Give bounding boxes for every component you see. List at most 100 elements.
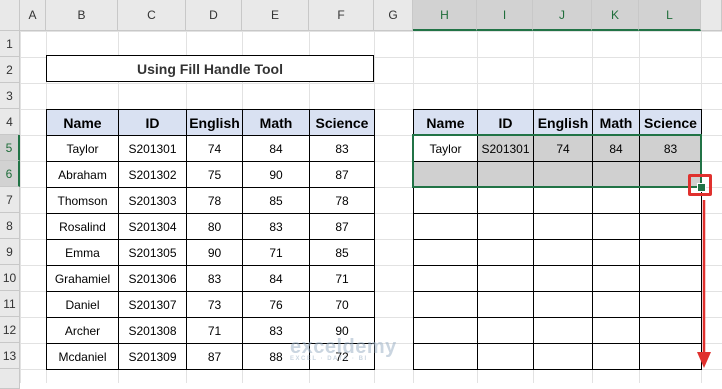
right-table-empty-cell[interactable] — [592, 213, 640, 240]
row-header-2[interactable]: 2 — [0, 57, 20, 83]
row-header-13[interactable]: 13 — [0, 343, 20, 369]
left-table-cell[interactable]: Abraham — [46, 161, 119, 188]
right-table-empty-cell[interactable] — [477, 317, 534, 344]
right-table-empty-cell[interactable] — [639, 317, 702, 344]
right-table-empty-cell[interactable] — [533, 291, 593, 318]
left-table-cell[interactable]: Mcdaniel — [46, 343, 119, 370]
column-header-d[interactable]: D — [186, 0, 242, 31]
right-table-empty-cell[interactable] — [592, 187, 640, 214]
right-table-empty-cell[interactable] — [413, 265, 478, 292]
right-table-empty-cell[interactable] — [533, 265, 593, 292]
left-table-cell[interactable]: Rosalind — [46, 213, 119, 240]
row-header-1[interactable]: 1 — [0, 31, 20, 57]
left-table-cell[interactable]: Archer — [46, 317, 119, 344]
row-header-11[interactable]: 11 — [0, 291, 20, 317]
right-table-empty-cell[interactable] — [413, 291, 478, 318]
right-table-empty-cell[interactable] — [413, 239, 478, 266]
left-table-cell[interactable]: 83 — [186, 265, 243, 292]
left-table-cell[interactable]: Daniel — [46, 291, 119, 318]
right-table-empty-cell[interactable] — [477, 187, 534, 214]
right-table-empty-cell[interactable] — [413, 187, 478, 214]
left-table-cell[interactable]: S201309 — [118, 343, 187, 370]
right-table-empty-cell[interactable] — [639, 213, 702, 240]
left-table-cell[interactable]: S201301 — [118, 135, 187, 162]
column-header-i[interactable]: I — [477, 0, 533, 31]
right-table-empty-cell[interactable] — [592, 291, 640, 318]
left-table-cell[interactable]: 78 — [309, 187, 375, 214]
left-table-cell[interactable]: 87 — [309, 161, 375, 188]
left-table-cell[interactable]: 74 — [186, 135, 243, 162]
left-table-cell[interactable]: 71 — [242, 239, 310, 266]
right-table-empty-cell[interactable] — [477, 213, 534, 240]
left-table-cell[interactable]: 76 — [242, 291, 310, 318]
right-table-empty-cell[interactable] — [592, 343, 640, 370]
left-table-cell[interactable]: S201306 — [118, 265, 187, 292]
row-header-5[interactable]: 5 — [0, 135, 20, 161]
column-header-l[interactable]: L — [639, 0, 701, 31]
right-table-empty-cell[interactable] — [639, 291, 702, 318]
left-table-cell[interactable]: 84 — [242, 135, 310, 162]
right-table-empty-cell[interactable] — [639, 239, 702, 266]
left-table-cell[interactable]: 75 — [186, 161, 243, 188]
left-table-cell[interactable]: S201305 — [118, 239, 187, 266]
right-table-empty-cell[interactable] — [533, 239, 593, 266]
left-table-cell[interactable]: 87 — [309, 213, 375, 240]
left-table-cell[interactable]: 90 — [242, 161, 310, 188]
right-table-empty-cell[interactable] — [413, 343, 478, 370]
right-table-empty-cell[interactable] — [592, 317, 640, 344]
row-header-3[interactable]: 3 — [0, 83, 20, 109]
left-table-cell[interactable]: Emma — [46, 239, 119, 266]
select-all-corner[interactable] — [0, 0, 20, 31]
column-header-k[interactable]: K — [592, 0, 639, 31]
right-table-empty-cell[interactable] — [533, 187, 593, 214]
right-table-empty-cell[interactable] — [639, 343, 702, 370]
left-table-cell[interactable]: 87 — [186, 343, 243, 370]
row-header-7[interactable]: 7 — [0, 187, 20, 213]
left-table-cell[interactable]: 80 — [186, 213, 243, 240]
right-table-empty-cell[interactable] — [592, 265, 640, 292]
column-header-b[interactable]: B — [46, 0, 118, 31]
left-table-cell[interactable]: Taylor — [46, 135, 119, 162]
right-table-empty-cell[interactable] — [413, 213, 478, 240]
column-header-c[interactable]: C — [118, 0, 186, 31]
row-header-4[interactable]: 4 — [0, 109, 20, 135]
left-table-cell[interactable]: 83 — [309, 135, 375, 162]
left-table-cell[interactable]: 85 — [242, 187, 310, 214]
left-table-cell[interactable]: 85 — [309, 239, 375, 266]
left-table-cell[interactable]: 83 — [242, 213, 310, 240]
row-header-9[interactable]: 9 — [0, 239, 20, 265]
right-table-empty-cell[interactable] — [477, 265, 534, 292]
column-header-g[interactable]: G — [374, 0, 413, 31]
row-header-8[interactable]: 8 — [0, 213, 20, 239]
column-header-a[interactable]: A — [20, 0, 46, 31]
right-table-empty-cell[interactable] — [533, 343, 593, 370]
left-table-cell[interactable]: 70 — [309, 291, 375, 318]
column-header-f[interactable]: F — [309, 0, 374, 31]
row-header-10[interactable]: 10 — [0, 265, 20, 291]
selection-range[interactable] — [412, 134, 702, 188]
left-table-cell[interactable]: 71 — [186, 317, 243, 344]
left-table-cell[interactable]: S201307 — [118, 291, 187, 318]
left-table-cell[interactable]: S201303 — [118, 187, 187, 214]
left-table-cell[interactable]: S201302 — [118, 161, 187, 188]
right-table-empty-cell[interactable] — [592, 239, 640, 266]
left-table-cell[interactable]: S201304 — [118, 213, 187, 240]
column-header-e[interactable]: E — [242, 0, 309, 31]
right-table-empty-cell[interactable] — [533, 317, 593, 344]
left-table-cell[interactable]: S201308 — [118, 317, 187, 344]
row-header-6[interactable]: 6 — [0, 161, 20, 187]
right-table-empty-cell[interactable] — [533, 213, 593, 240]
right-table-empty-cell[interactable] — [639, 265, 702, 292]
left-table-cell[interactable]: 71 — [309, 265, 375, 292]
left-table-cell[interactable]: Grahamiel — [46, 265, 119, 292]
left-table-cell[interactable]: 73 — [186, 291, 243, 318]
left-table-cell[interactable]: Thomson — [46, 187, 119, 214]
right-table-empty-cell[interactable] — [477, 343, 534, 370]
left-table-cell[interactable]: 84 — [242, 265, 310, 292]
row-header-12[interactable]: 12 — [0, 317, 20, 343]
right-table-empty-cell[interactable] — [477, 291, 534, 318]
column-header-h[interactable]: H — [413, 0, 477, 31]
right-table-empty-cell[interactable] — [477, 239, 534, 266]
column-header-j[interactable]: J — [533, 0, 592, 31]
right-table-empty-cell[interactable] — [413, 317, 478, 344]
